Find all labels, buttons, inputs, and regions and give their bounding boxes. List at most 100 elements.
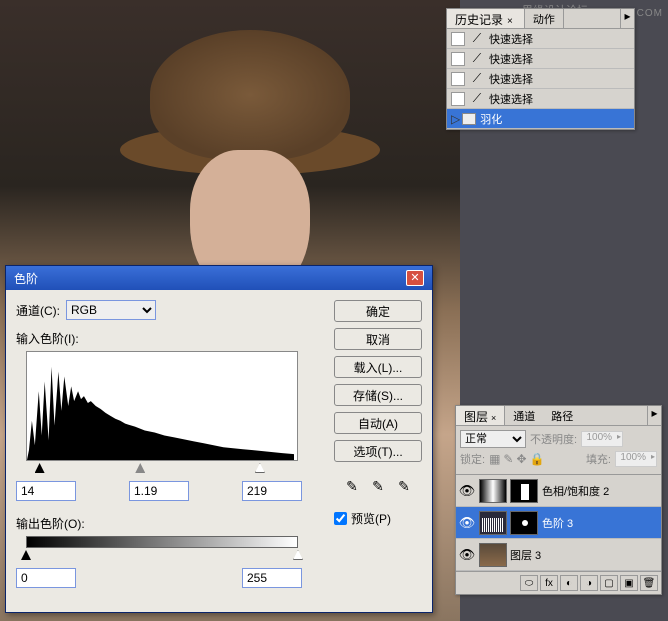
new-layer-icon[interactable]: ▣ <box>620 575 638 591</box>
panel-menu-icon[interactable]: ▸ <box>647 406 661 425</box>
layer-thumbnail[interactable] <box>479 479 507 503</box>
save-button[interactable]: 存储(S)... <box>334 384 422 406</box>
cancel-button[interactable]: 取消 <box>334 328 422 350</box>
adjustment-layer-icon[interactable]: ◑ <box>580 575 598 591</box>
layer-thumbnail[interactable] <box>479 543 507 567</box>
levels-titlebar[interactable]: 色阶 ✕ <box>6 266 432 290</box>
layer-name[interactable]: 色相/饱和度 2 <box>542 483 659 499</box>
white-point-handle[interactable] <box>255 463 265 473</box>
output-white-handle[interactable] <box>293 550 303 560</box>
fill-label: 填充: <box>586 451 611 467</box>
layer-mask-thumbnail[interactable] <box>510 511 538 535</box>
eyedropper-gray-icon[interactable]: ✎ <box>368 476 388 496</box>
input-black-field[interactable] <box>16 481 76 501</box>
close-button[interactable]: ✕ <box>406 270 424 286</box>
tab-paths[interactable]: 路径 <box>543 406 581 425</box>
blend-mode-select[interactable]: 正常 <box>460 430 526 448</box>
history-list: ⟋快速选择 ⟋快速选择 ⟋快速选择 ⟋快速选择 ▷羽化 <box>447 29 634 129</box>
delete-layer-icon[interactable]: 🗑 <box>640 575 658 591</box>
black-point-handle[interactable] <box>35 463 45 473</box>
feather-icon <box>462 113 476 125</box>
history-tabs: 历史记录× 动作 ▸ <box>447 9 634 29</box>
link-layers-icon[interactable]: ⬭ <box>520 575 538 591</box>
levels-title-text: 色阶 <box>14 270 38 287</box>
history-item[interactable]: ⟋ 快速选择 <box>447 89 634 109</box>
tab-history-label: 历史记录 <box>455 13 503 27</box>
quick-select-icon: ⟋ <box>469 32 485 46</box>
history-checkbox[interactable] <box>451 92 465 106</box>
opacity-label: 不透明度: <box>530 431 577 447</box>
history-checkbox[interactable] <box>451 32 465 46</box>
output-slider[interactable] <box>26 550 298 562</box>
fill-value[interactable]: 100% <box>615 451 657 467</box>
history-panel: 历史记录× 动作 ▸ ⟋快速选择 ⟋快速选择 ⟋快速选择 ⟋快速选择 ▷羽化 <box>446 8 635 130</box>
eyedropper-black-icon[interactable]: ✎ <box>342 476 362 496</box>
layer-mask-thumbnail[interactable] <box>510 479 538 503</box>
layers-footer: ⬭ fx ◐ ◑ ▢ ▣ 🗑 <box>456 571 661 594</box>
layers-tabs: 图层× 通道 路径 ▸ <box>456 406 661 426</box>
layer-mask-icon[interactable]: ◐ <box>560 575 578 591</box>
tab-history[interactable]: 历史记录× <box>447 9 525 28</box>
preview-label: 预览(P) <box>351 510 391 527</box>
input-slider[interactable] <box>26 463 298 475</box>
history-item[interactable]: ▷ 羽化 <box>447 109 634 129</box>
history-item-label: 快速选择 <box>489 91 533 107</box>
layers-list: 👁 色相/饱和度 2 👁 色阶 3 👁 图层 3 <box>456 475 661 571</box>
current-state-icon: ▷ <box>451 112 460 126</box>
history-item-label: 羽化 <box>480 111 502 127</box>
input-gamma-field[interactable] <box>129 481 189 501</box>
history-checkbox[interactable] <box>451 52 465 66</box>
lock-label: 锁定: <box>460 451 485 467</box>
layer-thumbnail[interactable] <box>479 511 507 535</box>
output-black-handle[interactable] <box>21 550 31 560</box>
levels-dialog: 色阶 ✕ 通道(C): RGB 输入色阶(I): <box>5 265 433 613</box>
history-checkbox[interactable] <box>451 72 465 86</box>
lock-transparency-icon[interactable]: ▦ <box>489 452 500 466</box>
ok-button[interactable]: 确定 <box>334 300 422 322</box>
tab-actions[interactable]: 动作 <box>525 9 564 28</box>
lock-pixels-icon[interactable]: ✎ <box>503 452 513 466</box>
new-group-icon[interactable]: ▢ <box>600 575 618 591</box>
tab-layers[interactable]: 图层× <box>456 406 505 425</box>
auto-button[interactable]: 自动(A) <box>334 412 422 434</box>
history-item[interactable]: ⟋快速选择 <box>447 69 634 89</box>
quick-select-icon: ⟋ <box>469 52 485 66</box>
options-button[interactable]: 选项(T)... <box>334 440 422 462</box>
output-levels-label: 输出色阶(O): <box>16 515 322 532</box>
history-item-label: 快速选择 <box>489 31 533 47</box>
tab-layers-label: 图层 <box>464 410 488 424</box>
output-black-field[interactable] <box>16 568 76 588</box>
layer-style-icon[interactable]: fx <box>540 575 558 591</box>
history-item-label: 快速选择 <box>489 51 533 67</box>
output-white-field[interactable] <box>242 568 302 588</box>
channel-select[interactable]: RGB <box>66 300 156 320</box>
photo-hat <box>150 30 350 160</box>
input-white-field[interactable] <box>242 481 302 501</box>
history-item[interactable]: ⟋ 快速选择 <box>447 49 634 69</box>
layer-item[interactable]: 👁 色阶 3 <box>456 507 661 539</box>
tab-close-icon[interactable]: × <box>504 16 516 27</box>
history-item-label: 快速选择 <box>489 71 533 87</box>
load-button[interactable]: 载入(L)... <box>334 356 422 378</box>
lock-all-icon[interactable]: 🔒 <box>530 452 545 466</box>
layer-item[interactable]: 👁 图层 3 <box>456 539 661 571</box>
channel-label: 通道(C): <box>16 302 60 319</box>
history-item[interactable]: ⟋ 快速选择 <box>447 29 634 49</box>
gamma-handle[interactable] <box>135 463 145 473</box>
opacity-value[interactable]: 100% <box>581 431 623 447</box>
layer-name[interactable]: 图层 3 <box>510 547 659 563</box>
eyedropper-white-icon[interactable]: ✎ <box>394 476 414 496</box>
layer-name[interactable]: 色阶 3 <box>542 515 659 531</box>
tab-close-icon[interactable]: × <box>491 413 496 423</box>
tab-channels[interactable]: 通道 <box>505 406 543 425</box>
visibility-icon[interactable]: 👁 <box>458 515 476 531</box>
histogram-chart <box>26 351 298 461</box>
visibility-icon[interactable]: 👁 <box>458 547 476 563</box>
visibility-icon[interactable]: 👁 <box>458 483 476 499</box>
preview-checkbox[interactable] <box>334 512 347 525</box>
panel-menu-icon[interactable]: ▸ <box>620 9 634 28</box>
lock-position-icon[interactable]: ✥ <box>516 452 526 466</box>
quick-select-icon: ⟋ <box>469 92 485 106</box>
input-levels-label: 输入色阶(I): <box>16 330 322 347</box>
layer-item[interactable]: 👁 色相/饱和度 2 <box>456 475 661 507</box>
